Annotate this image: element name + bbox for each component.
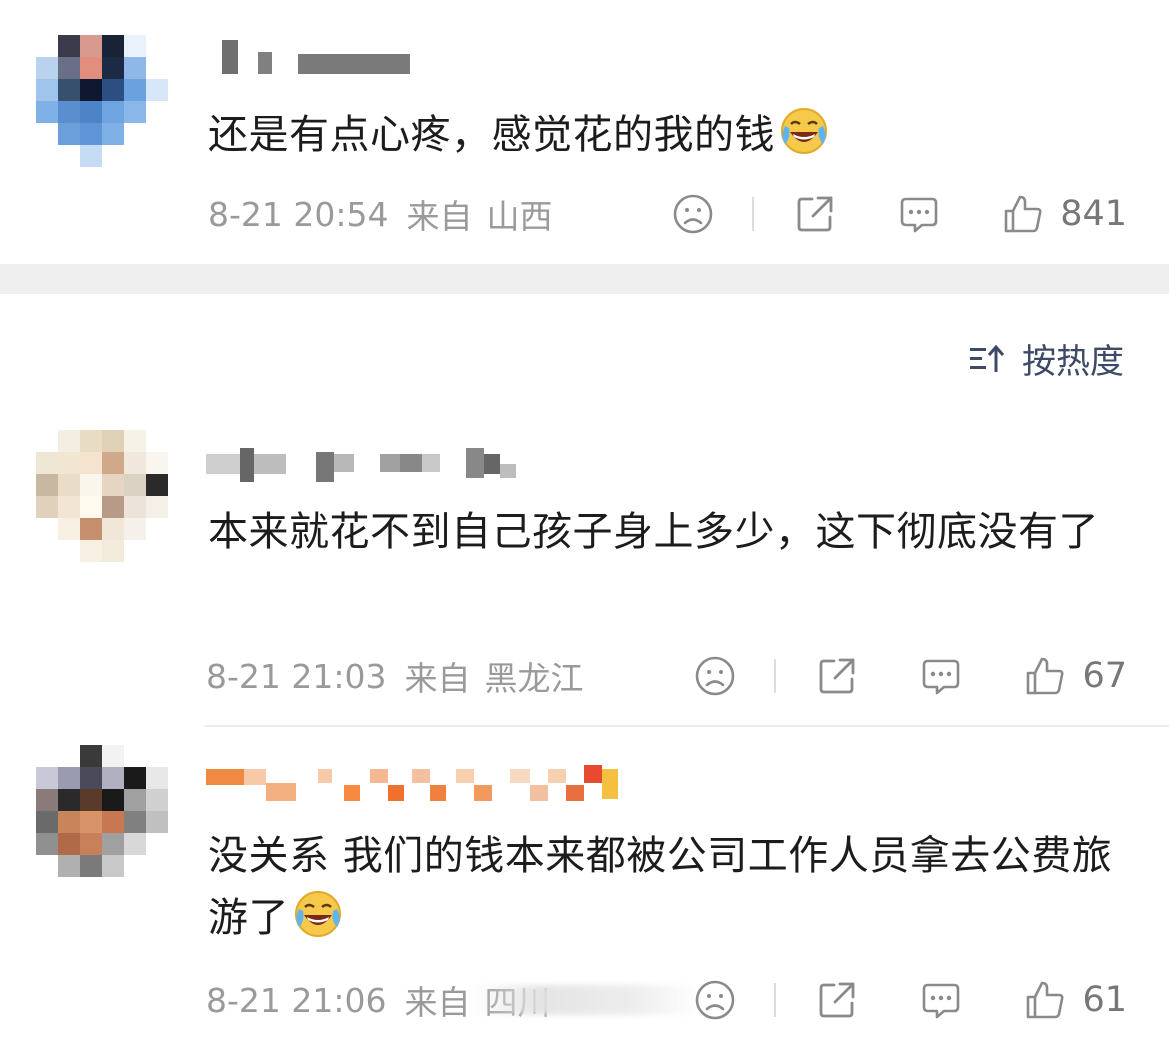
from-label: 来自 [404, 983, 471, 1022]
comment-icon [923, 659, 960, 695]
dislike-button[interactable] [694, 979, 736, 1021]
from-label: 来自 [404, 659, 471, 698]
comment-3: 没关系 我们的钱本来都被公司工作人员拿去公费旅游了 8-21 21:06 来自 … [0, 727, 1169, 1037]
dislike-button[interactable] [672, 193, 714, 235]
avatar[interactable] [36, 430, 168, 562]
comment-1: 还是有点心疼，感觉花的我的钱 8-21 20:54 来自 山西 841 [0, 0, 1169, 264]
comment-location: 黑龙江 [484, 659, 584, 698]
comment-text: 没关系 我们的钱本来都被公司工作人员拿去公费旅游了 [208, 833, 1113, 941]
avatar[interactable] [36, 745, 168, 877]
like-count: 67 [1082, 656, 1127, 696]
comment-meta: 8-21 20:54 来自 山西 841 [208, 189, 1127, 239]
comment-meta: 8-21 21:03 来自 黑龙江 67 [206, 651, 1127, 701]
action-divider [774, 659, 777, 693]
share-icon [820, 658, 855, 694]
share-icon [797, 196, 833, 232]
comment-text: 还是有点心疼，感觉花的我的钱 [208, 104, 1114, 166]
like-button[interactable]: 841 [1002, 193, 1127, 235]
comment-time: 8-21 21:03 [206, 656, 387, 696]
watermark-smudge [470, 985, 700, 1015]
sad-face-icon [696, 656, 735, 696]
action-divider [752, 197, 755, 231]
dislike-button[interactable] [694, 655, 736, 697]
username-blurred[interactable] [206, 765, 618, 803]
laughing-tears-emoji [295, 891, 341, 937]
share-icon [820, 982, 855, 1018]
reply-button[interactable] [920, 655, 962, 697]
thumbs-up-icon [1027, 981, 1064, 1019]
comment-time: 8-21 20:54 [208, 194, 389, 234]
comment-icon [923, 983, 960, 1019]
comment-location: 山西 [486, 197, 553, 236]
sad-face-icon [696, 980, 735, 1020]
like-button[interactable]: 67 [1024, 655, 1127, 697]
like-count: 61 [1082, 980, 1127, 1020]
comment-time: 8-21 21:06 [206, 980, 387, 1020]
reply-button[interactable] [898, 193, 940, 235]
avatar[interactable] [36, 35, 168, 167]
comment-text: 本来就花不到自己孩子身上多少，这下彻底没有了 [208, 509, 1099, 555]
sort-by-hot-button[interactable]: 按热度 [968, 334, 1124, 383]
laughing-tears-emoji [781, 108, 827, 154]
share-button[interactable] [816, 655, 858, 697]
sort-label: 按热度 [1022, 342, 1124, 382]
thumbs-up-icon [1004, 195, 1042, 233]
share-button[interactable] [816, 979, 858, 1021]
like-count: 841 [1060, 194, 1127, 234]
sad-face-icon [673, 194, 713, 234]
section-divider [0, 264, 1169, 294]
from-label: 来自 [406, 197, 473, 236]
like-button[interactable]: 61 [1024, 979, 1127, 1021]
share-button[interactable] [794, 193, 836, 235]
action-divider [774, 983, 777, 1017]
sort-icon [970, 344, 1005, 372]
comment-icon [900, 197, 938, 233]
comment-2: 本来就花不到自己孩子身上多少，这下彻底没有了 8-21 21:03 来自 黑龙江 [0, 410, 1169, 726]
reply-button[interactable] [920, 979, 962, 1021]
username-blurred[interactable] [206, 448, 516, 482]
thumbs-up-icon [1027, 657, 1064, 695]
username-blurred[interactable] [222, 40, 410, 74]
